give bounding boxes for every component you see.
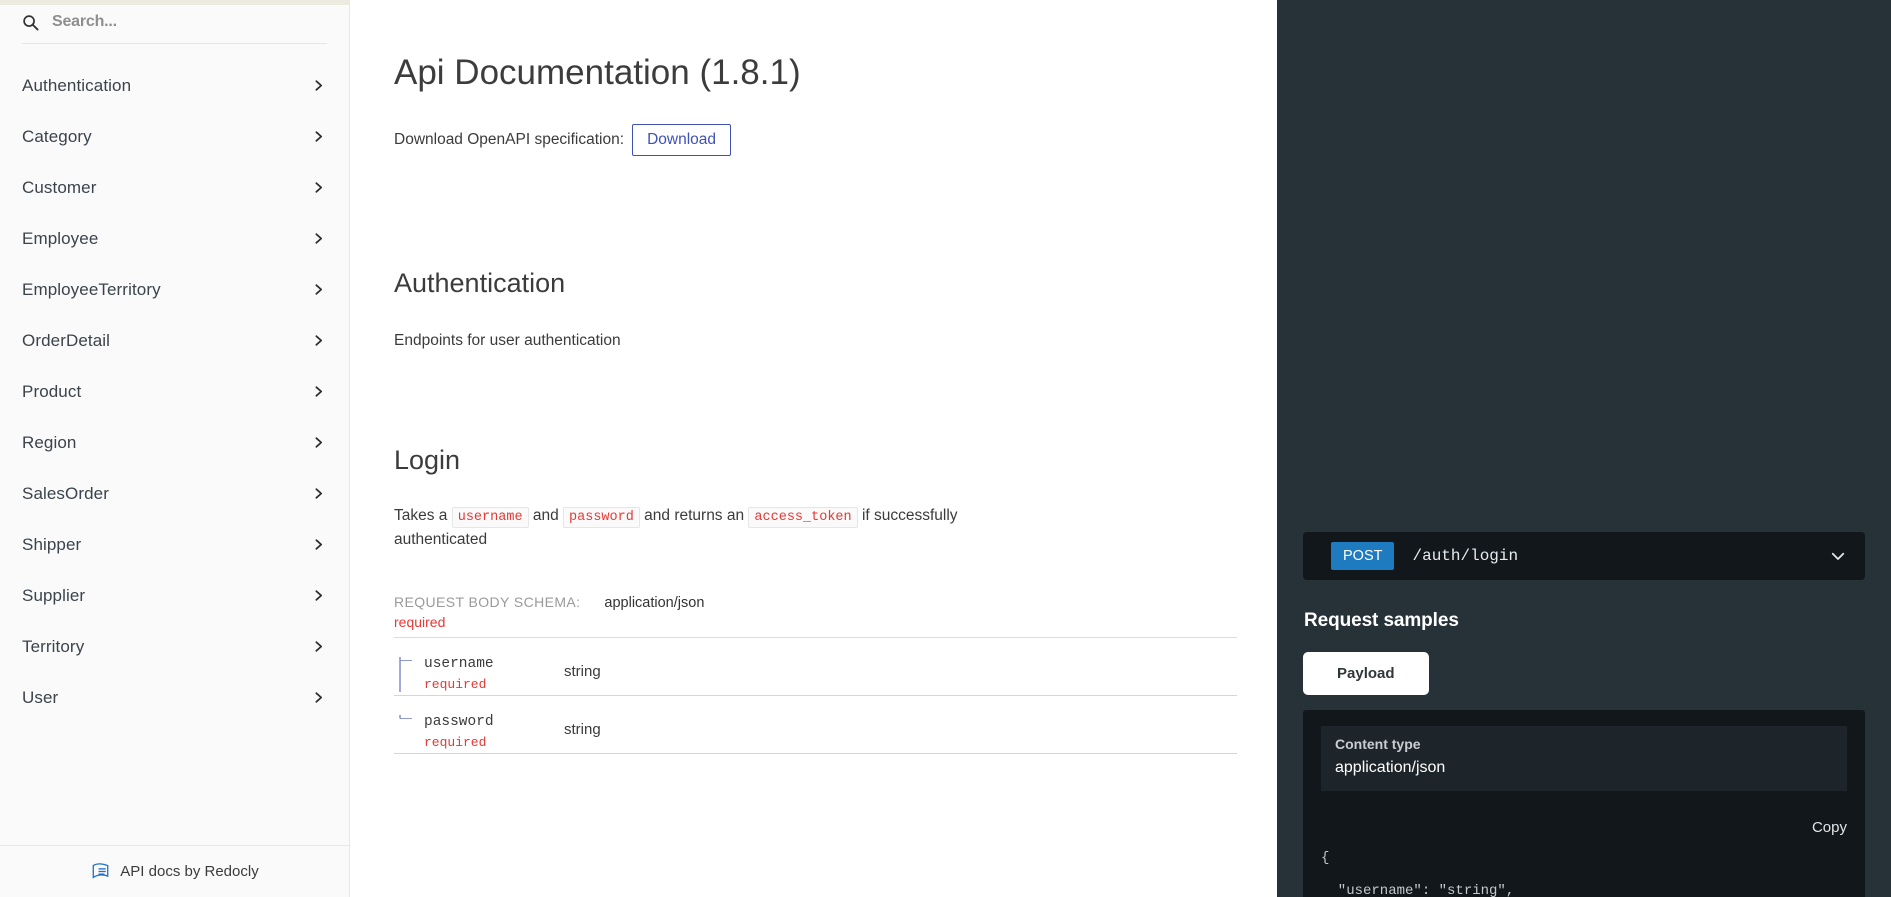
download-label: Download OpenAPI specification: [394, 130, 625, 148]
sidebar-item-label: EmployeeTerritory [22, 279, 161, 299]
sidebar-item-label: Product [22, 381, 82, 401]
operation-title-login: Login [394, 444, 461, 475]
http-method-badge: POST [1331, 541, 1395, 571]
search-input[interactable] [52, 13, 327, 31]
tab-payload[interactable]: Payload [1303, 652, 1429, 695]
sidebar-item-label: SalesOrder [22, 483, 109, 503]
sidebar-item-salesorder[interactable]: SalesOrder [0, 468, 349, 519]
section-title-authentication: Authentication [394, 267, 566, 298]
property-name: username [424, 656, 494, 673]
download-button[interactable]: Download [632, 124, 731, 156]
sidebar-item-supplier[interactable]: Supplier [0, 570, 349, 621]
sidebar-nav: Authentication Category Customer Employe… [0, 44, 349, 845]
tree-branch-icon [399, 715, 412, 720]
sidebar-item-territory[interactable]: Territory [0, 621, 349, 672]
property-required: required [424, 677, 487, 693]
chevron-right-icon [315, 590, 323, 601]
sidebar-item-authentication[interactable]: Authentication [0, 60, 349, 111]
desc-text-2: and [528, 506, 564, 524]
chevron-right-icon [315, 692, 323, 703]
page-title: Api Documentation (1.8.1) [394, 53, 801, 92]
chevron-right-icon [315, 386, 323, 397]
sample-code-box: Content type application/json Copy { "us… [1303, 710, 1865, 897]
sidebar-item-label: Authentication [22, 75, 132, 95]
copy-row: Copy [1321, 819, 1847, 836]
code-line: "username": "string", [1321, 883, 1515, 897]
chevron-right-icon [315, 131, 323, 142]
code-line: { [1321, 850, 1330, 866]
search-area [0, 5, 349, 44]
desc-text-3: and returns an [639, 506, 749, 524]
content-type-label: Content type [1335, 736, 1421, 752]
endpoint-path: /auth/login [1412, 547, 1519, 565]
sidebar-footer[interactable]: API docs by Redocly [0, 845, 349, 897]
chevron-down-icon[interactable] [1829, 547, 1847, 565]
property-name: password [424, 714, 494, 731]
sidebar-item-employeeterritory[interactable]: EmployeeTerritory [0, 264, 349, 315]
sidebar-item-label: OrderDetail [22, 330, 111, 350]
redocly-logo-icon [92, 863, 109, 879]
sidebar-item-label: Employee [22, 228, 99, 248]
property-type: string [564, 663, 601, 681]
chevron-right-icon [315, 233, 323, 244]
sidebar-item-orderdetail[interactable]: OrderDetail [0, 315, 349, 366]
code-password: password [563, 506, 640, 528]
request-body-schema-header: REQUEST BODY SCHEMA: application/json [394, 594, 1237, 611]
content-type-select[interactable]: Content type application/json [1321, 726, 1847, 791]
sidebar-item-product[interactable]: Product [0, 366, 349, 417]
sidebar-item-label: User [22, 687, 59, 707]
copy-button[interactable]: Copy [1812, 819, 1847, 836]
sidebar-item-customer[interactable]: Customer [0, 162, 349, 213]
sidebar-item-employee[interactable]: Employee [0, 213, 349, 264]
chevron-right-icon [315, 182, 323, 193]
sidebar-item-label: Category [22, 126, 92, 146]
chevron-right-icon [315, 539, 323, 550]
sidebar-item-shipper[interactable]: Shipper [0, 519, 349, 570]
redoc-app: Authentication Category Customer Employe… [0, 0, 1891, 897]
code-username: username [451, 506, 529, 528]
operation-description: Takes a username and password and return… [394, 504, 994, 553]
sidebar-item-category[interactable]: Category [0, 111, 349, 162]
property-name-cell: username required [394, 656, 564, 693]
chevron-right-icon [315, 488, 323, 499]
tree-branch-icon [399, 657, 412, 693]
property-type: string [564, 721, 601, 739]
properties-table: username required string password requir… [394, 638, 1237, 755]
schema-required-badge: required [394, 614, 446, 631]
request-samples-title: Request samples [1304, 610, 1459, 631]
section-description: Endpoints for user authentication [394, 331, 621, 349]
chevron-right-icon [315, 80, 323, 91]
sidebar-item-label: Region [22, 432, 77, 452]
right-panel: POST /auth/login Request samples Payload… [1277, 0, 1891, 897]
content-type-value: application/json [1335, 759, 1446, 776]
sidebar-item-label: Supplier [22, 585, 86, 605]
desc-text-1: Takes a [394, 506, 452, 524]
sidebar-item-user[interactable]: User [0, 672, 349, 723]
table-row: username required string [394, 638, 1237, 697]
main-content: Api Documentation (1.8.1) Download OpenA… [350, 0, 1277, 897]
download-row: Download OpenAPI specification: Download [394, 124, 1237, 156]
sidebar: Authentication Category Customer Employe… [0, 0, 350, 897]
chevron-right-icon [315, 284, 323, 295]
sidebar-item-label: Territory [22, 636, 85, 656]
sidebar-footer-label: API docs by Redocly [120, 863, 259, 880]
sidebar-item-region[interactable]: Region [0, 417, 349, 468]
property-required: required [424, 735, 487, 751]
chevron-right-icon [315, 335, 323, 346]
endpoint-bar[interactable]: POST /auth/login [1303, 532, 1865, 580]
search-icon [23, 14, 39, 31]
chevron-right-icon [315, 641, 323, 652]
schema-label: REQUEST BODY SCHEMA: [394, 594, 581, 611]
chevron-right-icon [315, 437, 323, 448]
table-row: password required string [394, 696, 1237, 755]
sidebar-item-label: Shipper [22, 534, 82, 554]
search-row[interactable] [22, 13, 327, 44]
schema-content-type: application/json [604, 595, 705, 612]
sidebar-item-label: Customer [22, 177, 97, 197]
code-access-token: access_token [748, 506, 858, 528]
property-name-cell: password required [394, 715, 564, 750]
